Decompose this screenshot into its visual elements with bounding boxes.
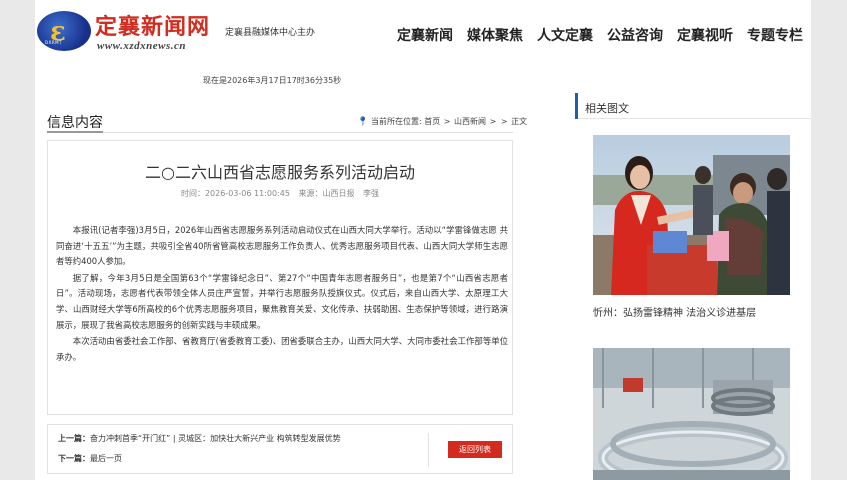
site-logo[interactable]: ɛ DXRMT [37,11,91,51]
article-title: 二○二六山西省志愿服务系列活动启动 [145,163,415,182]
breadcrumb-separator: > [489,117,497,126]
next-article-text: 最后一页 [90,454,122,463]
nav-item-dingxiang-news[interactable]: 定襄新闻 [397,25,453,45]
breadcrumb-separator: > [443,117,451,126]
current-time: 现在是2026年3月17日17时36分35秒 [203,76,342,85]
section-underline [47,131,103,133]
breadcrumb-separator: > [500,117,508,126]
prev-article: 上一篇：奋力冲刺首季“开门红” | 灵城区：加快壮大新兴产业 构筑转型发展优势 [58,433,341,444]
nav-item-video[interactable]: 定襄视听 [677,25,733,45]
breadcrumb-home[interactable]: 首页 [424,117,440,126]
next-label: 下一篇： [58,454,90,463]
nav-item-media-focus[interactable]: 媒体聚焦 [467,25,523,45]
prev-article-link[interactable]: 奋力冲刺首季“开门红” | 灵城区：加快壮大新兴产业 构筑转型发展优势 [90,434,341,443]
related-photo-1-caption[interactable]: 忻州：弘扬雷锋精神 法治义诊进基层 [593,304,756,319]
article-paragraph: 本报讯(记者李强)3月5日，2026年山西省志愿服务系列活动启动仪式在山西大同大… [56,225,508,267]
article-source: 来源：山西日报 [298,189,355,198]
location-pin-icon: 📍︎ [357,117,369,127]
logo-caption: DXRMT [45,40,62,45]
article-time: 时间：2026-03-06 11:00:45 [180,189,290,198]
factory-photo-image [593,348,790,480]
main-nav: 定襄新闻 媒体聚焦 人文定襄 公益咨询 定襄视听 专题专栏 [397,25,811,45]
back-to-list-button[interactable]: 返回列表 [448,441,502,458]
site-url: www.xzdxnews.cn [97,40,187,52]
site-subtitle: 定襄县融媒体中心主办 [225,28,316,38]
page: ɛ DXRMT 定襄新闻网 www.xzdxnews.cn 定襄县融媒体中心主办… [35,0,811,480]
nav-item-culture[interactable]: 人文定襄 [537,25,593,45]
sidebar-title: 相关图文 [585,102,629,115]
prev-label: 上一篇： [58,434,90,443]
related-photo-2[interactable] [593,348,790,480]
nav-item-public-service[interactable]: 公益咨询 [607,25,663,45]
volunteers-photo-image [593,135,790,295]
sidebar-accent-bar [575,93,578,119]
nav-item-topics[interactable]: 专题专栏 [747,25,803,45]
breadcrumb-prefix: 当前所在位置: [370,117,422,126]
article-paragraph: 本次活动由省委社会工作部、省教育厅(省委教育工委)、团省委联合主办，山西大同大学… [56,336,508,362]
article-author: 李强 [363,189,380,198]
sidebar-header: 相关图文 [575,93,811,119]
pager-divider [428,433,429,467]
breadcrumb-shanxi-news[interactable]: 山西新闻 [454,117,486,126]
article-paragraph: 据了解，今年3月5日是全国第63个“学雷锋纪念日”、第27个“中国青年志愿者服务… [56,272,508,330]
article: 二○二六山西省志愿服务系列活动启动 时间：2026-03-06 11:00:45… [47,140,513,415]
breadcrumb-current: 正文 [511,117,528,126]
section-title: 信息内容 [47,115,103,131]
related-photo-1[interactable] [593,135,790,295]
article-pager: 上一篇：奋力冲刺首季“开门红” | 灵城区：加快壮大新兴产业 构筑转型发展优势 … [47,424,513,474]
article-body: 本报讯(记者李强)3月5日，2026年山西省志愿服务系列活动启动仪式在山西大同大… [56,223,508,366]
article-meta: 时间：2026-03-06 11:00:45 来源：山西日报 李强 [48,188,512,199]
site-name[interactable]: 定襄新闻网 [95,9,210,41]
next-article: 下一篇：最后一页 [58,453,122,464]
section-divider [47,132,513,133]
breadcrumb: 📍︎ 当前所在位置: 首页 > 山西新闻 > > 正文 [357,116,527,127]
